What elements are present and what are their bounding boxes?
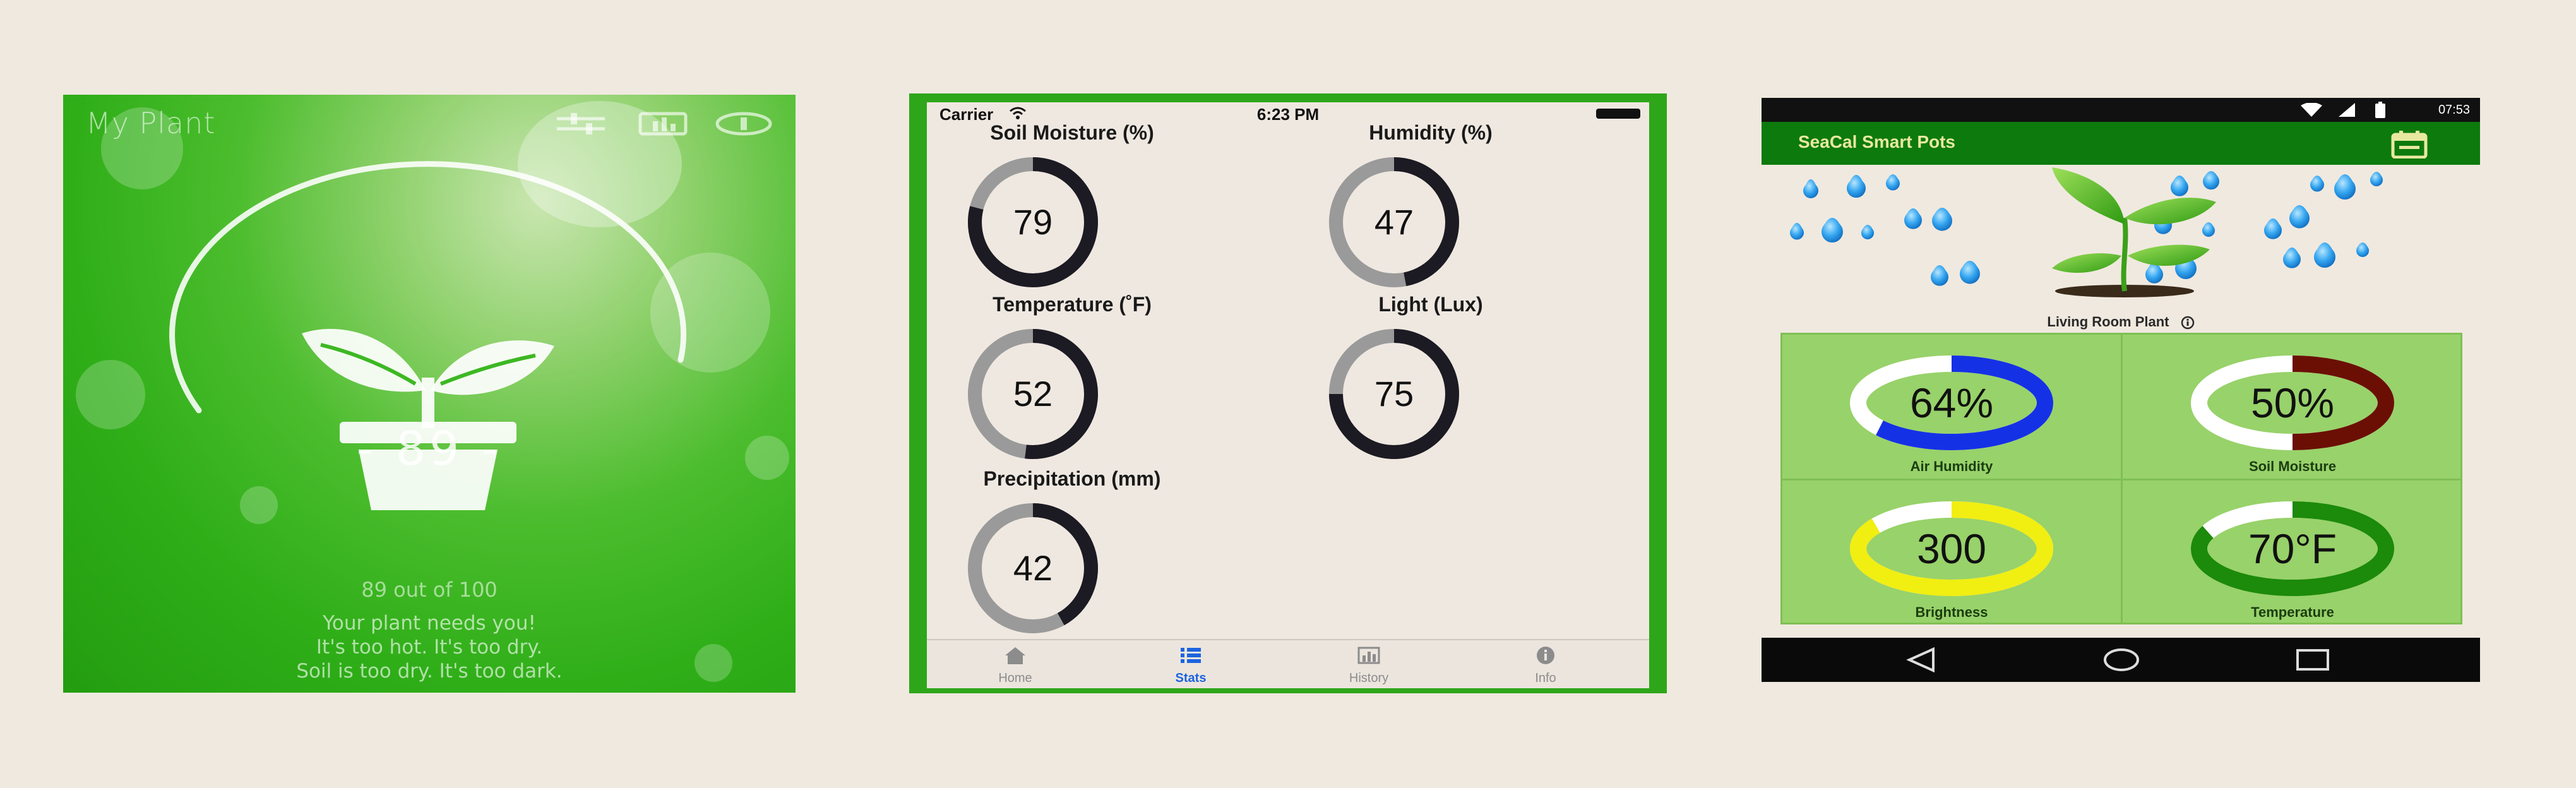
gauge-soil-moisture: 79	[963, 153, 1102, 292]
gauge-value: 42	[1013, 548, 1053, 588]
android-nav-bar	[1762, 638, 2480, 682]
gauge-temperature: 52	[963, 325, 1102, 463]
status-clock: 07:53	[2438, 103, 2470, 117]
tile-label: Temperature	[2251, 604, 2334, 620]
gauge-label-precipitation: Precipitation (mm)	[983, 467, 1161, 490]
message-line: Your plant needs you!	[323, 612, 536, 635]
tab-home[interactable]: Home	[977, 645, 1053, 686]
tab-label: Info	[1535, 671, 1556, 685]
gauge-light: 75	[1325, 325, 1464, 463]
bokeh-light	[240, 486, 278, 524]
message-line: It's too hot. It's too dry.	[316, 636, 543, 659]
tile-label: Brightness	[1915, 604, 1988, 620]
list-icon	[1181, 648, 1201, 663]
plant-status-message: Your plant needs you! It's too hot. It's…	[63, 611, 796, 683]
recents-icon[interactable]	[2295, 647, 2330, 673]
tab-bar: Home Stats History Info	[927, 639, 1649, 688]
tile-label: Air Humidity	[1910, 458, 1993, 474]
tab-label: History	[1349, 671, 1389, 685]
gauge-label-light: Light (Lux)	[1378, 293, 1483, 316]
plant-pot-icon	[302, 328, 554, 510]
wifi-icon	[2301, 103, 2322, 117]
seacal-screen: 07:53 SeaCal Smart Pots Living Room Plan…	[1762, 98, 2480, 682]
gauge-humidity: 47	[1325, 153, 1464, 292]
gauge-label-soil-moisture: Soil Moisture (%)	[990, 121, 1154, 144]
plant-name: Living Room Plant	[2047, 314, 2169, 330]
calendar-icon[interactable]	[2389, 129, 2430, 158]
gauge-label-temperature: Temperature (˚F)	[993, 293, 1152, 316]
plant-water-illustration	[1790, 167, 2383, 297]
stats-screen: Carrier 6:23 PM Soil Moisture (%) 79 Hum…	[927, 102, 1649, 688]
plant-name-label: Living Room Plant	[1762, 314, 2480, 330]
sensor-grid: 64% Air Humidity 50% Soil Moisture 300 B…	[1780, 333, 2462, 624]
back-icon[interactable]	[1905, 647, 1937, 673]
tile-label: Soil Moisture	[2248, 458, 2337, 474]
tile-brightness[interactable]: 300 Brightness	[1782, 481, 2121, 624]
tile-value: 64%	[1909, 379, 1994, 426]
my-plant-screen: My Plant - 89 - 89 out of 100 Your plant…	[63, 95, 796, 693]
tile-value: 70°F	[2248, 525, 2337, 572]
tile-temperature[interactable]: 70°F Temperature	[2123, 481, 2462, 624]
battery-icon	[2375, 102, 2385, 118]
battery-icon	[1596, 109, 1640, 119]
home-icon	[1005, 647, 1025, 664]
score-out-of: 89 out of 100	[361, 578, 498, 602]
gauge-label-humidity: Humidity (%)	[1369, 121, 1493, 144]
tile-soil-moisture[interactable]: 50% Soil Moisture	[2123, 335, 2462, 479]
message-line: Soil is too dry. It's too dark.	[296, 660, 563, 683]
info-icon	[1537, 647, 1554, 664]
tile-value: 300	[1916, 525, 1987, 572]
gauge-value: 47	[1374, 202, 1414, 242]
tab-label: Home	[998, 671, 1032, 685]
tile-air-humidity[interactable]: 64% Air Humidity	[1782, 335, 2121, 479]
android-status-bar: 07:53	[1762, 98, 2480, 122]
tab-label: Stats	[1175, 671, 1207, 685]
tile-value: 50%	[2250, 379, 2335, 426]
gauge-precipitation: 42	[963, 499, 1102, 638]
app-bar: SeaCal Smart Pots	[1762, 122, 2480, 165]
tab-history[interactable]: History	[1331, 645, 1407, 686]
gauge-value: 75	[1374, 374, 1414, 414]
signal-icon	[2339, 103, 2355, 117]
tab-info[interactable]: Info	[1508, 645, 1583, 686]
health-score: - 89 -	[356, 422, 503, 476]
app-title: SeaCal Smart Pots	[1798, 132, 1955, 152]
gauge-value: 79	[1013, 202, 1053, 242]
gauge-value: 52	[1013, 374, 1053, 414]
tab-stats[interactable]: Stats	[1153, 645, 1229, 686]
info-icon[interactable]	[2181, 316, 2195, 330]
home-icon[interactable]	[2102, 647, 2140, 673]
bar-chart-icon	[1357, 647, 1380, 664]
stats-screen-frame: Carrier 6:23 PM Soil Moisture (%) 79 Hum…	[909, 93, 1667, 693]
